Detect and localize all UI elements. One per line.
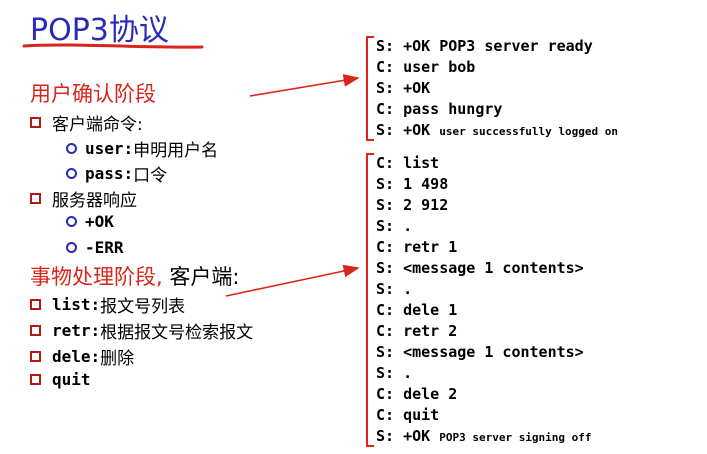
dialog-line: C: dele 2 xyxy=(368,384,592,405)
transaction-dialog: C: list S: 1 498 S: 2 912 S: . C: retr 1 S: <… xyxy=(366,153,592,447)
dialog-line: S: . xyxy=(368,216,592,237)
dialog-line: C: quit xyxy=(368,405,592,426)
dialog-line-text: C: dele 2 xyxy=(376,385,458,403)
dialog-line-text: C: retr 1 xyxy=(376,238,458,256)
auth-arrow-icon xyxy=(249,74,360,97)
dialog-line-text: S: . xyxy=(376,280,413,298)
dialog-line-text: S: 1 498 xyxy=(376,175,449,193)
dialog-line: C: retr 2 xyxy=(368,321,592,342)
dialog-line: S: 2 912 xyxy=(368,195,592,216)
dialog-line-text: C: list xyxy=(376,154,440,172)
dialog-line: C: dele 1 xyxy=(368,300,592,321)
dialog-line: S: 1 498 xyxy=(368,174,592,195)
dialog-line-text: S: . xyxy=(376,217,413,235)
dialog-line: S: +OK POP3 server signing off xyxy=(368,426,592,447)
dialog-line: C: retr 1 xyxy=(368,237,592,258)
dialog-line-text: S: +OK xyxy=(376,427,440,445)
dialog-line-text: S: +OK xyxy=(376,121,440,139)
dialog-line: C: pass hungry xyxy=(368,99,618,120)
auth-dialog: S: +OK POP3 server ready C: user bob S: +O… xyxy=(366,36,618,141)
transaction-arrow-icon xyxy=(225,264,360,297)
dialog-line: S: +OK xyxy=(368,78,618,99)
dialog-line-text: C: user bob xyxy=(376,58,476,76)
dialog-line-text: S: +OK POP3 server ready xyxy=(376,37,593,55)
dialog-line-note: POP3 server signing off xyxy=(439,431,592,444)
dialog-line: S: <message 1 contents> xyxy=(368,342,592,363)
dialog-line-text: S: <message 1 contents> xyxy=(376,259,584,277)
dialog-line: C: list xyxy=(368,153,592,174)
dialog-line-text: C: dele 1 xyxy=(376,301,458,319)
dialog-line-text: S: <message 1 contents> xyxy=(376,343,584,361)
dialog-line-text: S: . xyxy=(376,364,413,382)
dialog-line: S: <message 1 contents> xyxy=(368,258,592,279)
dialog-line-text: S: +OK xyxy=(376,79,431,97)
dialog-line: S: . xyxy=(368,363,592,384)
dialog-line-text: C: quit xyxy=(376,406,440,424)
dialog-line-text: S: 2 912 xyxy=(376,196,449,214)
dialog-line: S: +OK POP3 server ready xyxy=(368,36,618,57)
dialog-line: S: +OK user successfully logged on xyxy=(368,120,618,141)
dialog-line-text: C: retr 2 xyxy=(376,322,458,340)
dialog-line-text: C: pass hungry xyxy=(376,100,503,118)
dialog-line: C: user bob xyxy=(368,57,618,78)
dialog-line: S: . xyxy=(368,279,592,300)
dialog-line-note: user successfully logged on xyxy=(439,125,619,138)
